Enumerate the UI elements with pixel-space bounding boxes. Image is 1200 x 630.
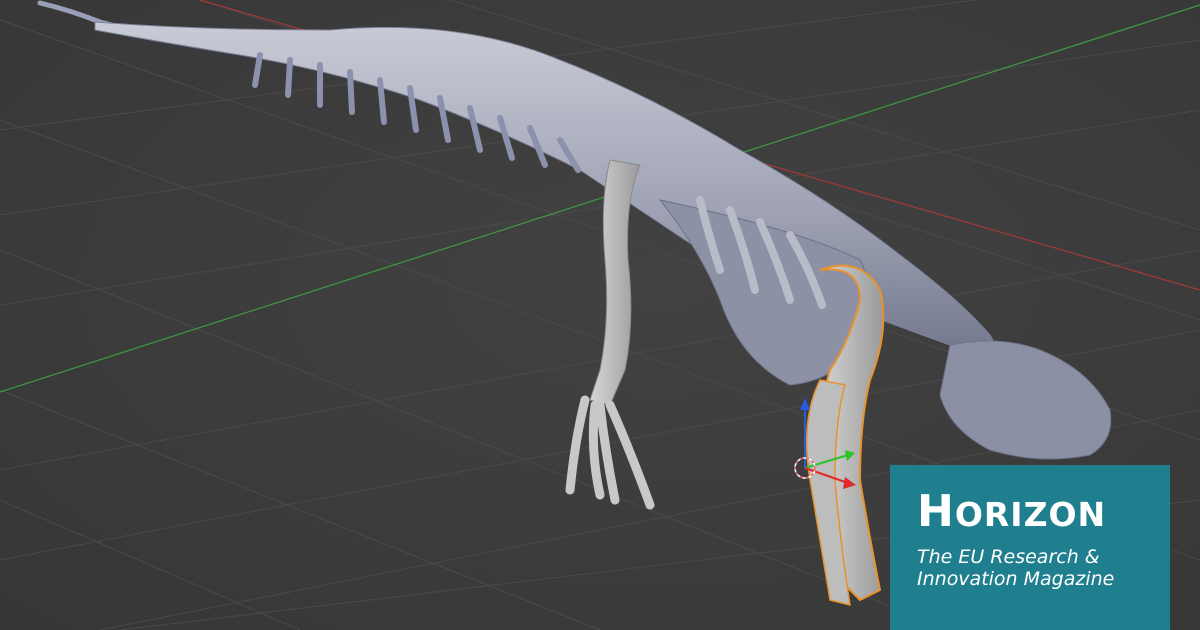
y-axis-line: [0, 4, 1200, 393]
brand-subtitle-line1: The EU Research &: [917, 546, 1100, 568]
brand-title-rest: ORIZON: [954, 495, 1107, 534]
brand-title: HORIZON: [917, 490, 1150, 536]
brand-subtitle: The EU Research & Innovation Magazine: [917, 546, 1150, 590]
horizon-brand-panel: HORIZON The EU Research & Innovation Mag…: [890, 465, 1170, 630]
brand-subtitle-line2: Innovation Magazine: [917, 568, 1115, 590]
brand-title-initial: H: [917, 486, 955, 537]
